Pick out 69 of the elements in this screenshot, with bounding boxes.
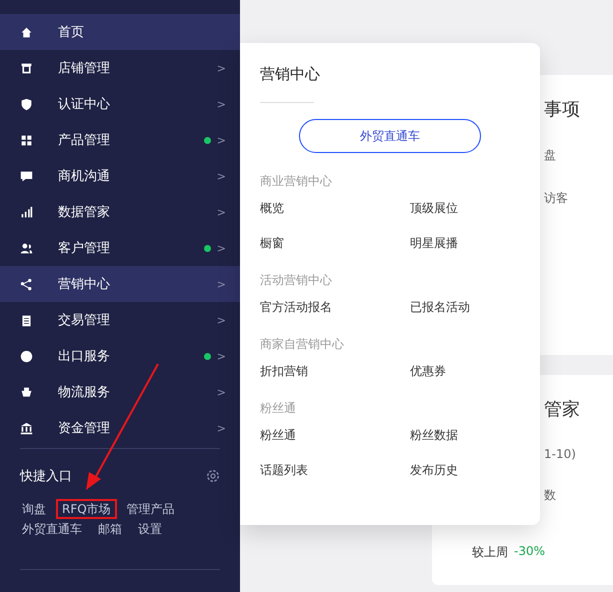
chevron-icon: > [216, 350, 226, 362]
chevron-icon: > [216, 206, 226, 218]
people-icon [20, 242, 33, 254]
chevron-icon: > [216, 422, 226, 434]
sidebar-item[interactable]: 首页 [0, 14, 240, 50]
section-heading: 粉丝通 [260, 400, 297, 417]
card-title: 事项 [544, 98, 581, 121]
menu-link[interactable]: 折扣营销 [260, 363, 410, 380]
chevron-icon: > [216, 134, 226, 146]
menu-link[interactable]: 发布历史 [410, 462, 520, 479]
quick-link[interactable]: 邮箱 [92, 519, 128, 539]
chevron-icon: > [216, 242, 226, 254]
menu-link[interactable]: 官方活动报名 [260, 299, 410, 316]
card-text: 访客 [544, 190, 569, 207]
sidebar-item[interactable]: 资金管理 > [0, 410, 240, 446]
chevron-icon: > [216, 386, 226, 398]
menu-link[interactable]: 优惠券 [410, 363, 520, 380]
menu-link[interactable]: 橱窗 [260, 235, 410, 252]
settings-icon[interactable] [206, 469, 220, 483]
chevron-icon: > [216, 62, 226, 74]
sidebar-item[interactable]: 店铺管理 > [0, 50, 240, 86]
menu-link[interactable]: 顶级展位 [410, 200, 520, 217]
sidebar-item[interactable]: 产品管理 > [0, 122, 240, 158]
menu-link[interactable]: 粉丝通 [260, 427, 410, 444]
sidebar-item[interactable]: 物流服务 > [0, 374, 240, 410]
store-icon [20, 62, 33, 74]
share-icon [20, 278, 33, 290]
chevron-icon: > [216, 314, 226, 326]
section-title: 快捷入口 [20, 468, 72, 485]
sidebar-item[interactable]: 认证中心 > [0, 86, 240, 122]
card-text: 1-10) [544, 447, 577, 461]
sidebar-item[interactable]: 数据管家 > [0, 194, 240, 230]
sidebar-item[interactable]: 交易管理 > [0, 302, 240, 338]
card-title: 管家 [544, 398, 581, 421]
sidebar-item[interactable]: 出口服务 > [0, 338, 240, 374]
menu-link[interactable]: 已报名活动 [410, 299, 520, 316]
home-icon [20, 26, 33, 38]
ship-icon [20, 386, 33, 398]
menu-link[interactable]: 话题列表 [260, 462, 410, 479]
sidebar-item[interactable]: 营销中心 > [0, 266, 240, 302]
bar-chart-icon [20, 206, 33, 218]
sidebar-item[interactable]: 商机沟通 > [0, 158, 240, 194]
card-text: 数 [544, 487, 557, 504]
quick-link[interactable]: 询盘 [16, 499, 52, 519]
quick-link[interactable]: RFQ市场 [56, 499, 117, 519]
menu-link[interactable]: 粉丝数据 [410, 427, 520, 444]
quick-link[interactable]: 外贸直通车 [16, 519, 88, 539]
shield-icon [20, 98, 33, 110]
menu-link[interactable]: 明星展播 [410, 235, 520, 252]
quick-link[interactable]: 设置 [132, 519, 168, 539]
panel-title: 营销中心 [260, 65, 321, 84]
globe-icon [20, 350, 33, 362]
card-text: 盘 [544, 147, 557, 164]
promo-button[interactable]: 外贸直通车 [299, 119, 481, 153]
card-text: 较上周 [472, 544, 508, 561]
section-heading: 商业营销中心 [260, 173, 333, 190]
clipboard-icon [20, 314, 33, 326]
quick-link[interactable]: 管理产品 [120, 499, 181, 519]
chevron-icon: > [216, 98, 226, 110]
menu-link[interactable]: 概览 [260, 200, 410, 217]
sidebar-item[interactable]: 客户管理 > [0, 230, 240, 266]
section-heading: 活动营销中心 [260, 272, 333, 289]
bank-icon [20, 422, 33, 434]
section-heading: 商家自营销中心 [260, 336, 345, 353]
change-value: -30% [514, 544, 546, 560]
chat-icon [20, 170, 33, 182]
grid-icon [20, 134, 33, 146]
chevron-icon: > [216, 170, 226, 182]
chevron-icon: > [216, 278, 226, 290]
